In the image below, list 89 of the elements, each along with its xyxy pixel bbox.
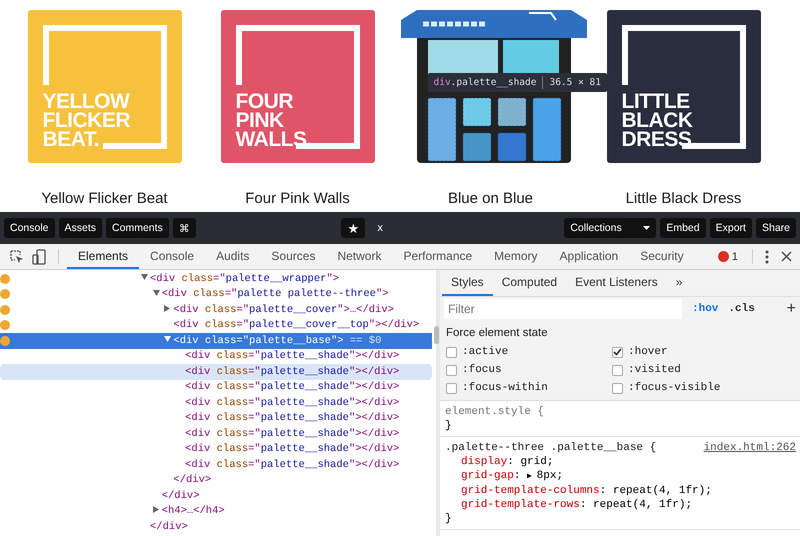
css-declaration: grid-gap: ▶ 8px; [460, 469, 564, 484]
toolbar-button[interactable]: Export [710, 218, 752, 238]
code-line: <div class="palette__wrapper"> [150, 272, 340, 285]
close-button[interactable]: x [377, 222, 383, 234]
collections-dropdown[interactable]: Collections [564, 218, 656, 238]
checkbox[interactable] [612, 382, 623, 394]
tree-row[interactable]: <div class="palette palette--three"> [0, 286, 432, 302]
error-count: 1 [718, 244, 744, 269]
code-line: <div class="palette__shade"></div> [185, 443, 400, 456]
code-line: </div> [150, 520, 188, 533]
code-line: <div class="palette__shade"></div> [185, 366, 400, 378]
checkbox[interactable] [446, 346, 457, 358]
code-line: <div class="palette palette--three"> [162, 288, 389, 300]
devtools-tab[interactable]: Performance [392, 244, 484, 269]
code-line: <div class="palette__shade"></div> [185, 396, 400, 409]
tree-row[interactable]: <div class="palette__cover__top"></div> [0, 318, 432, 333]
cls-button[interactable]: .cls [728, 303, 755, 315]
star-button[interactable]: ★ [341, 218, 366, 238]
checkbox-label: :focus-visible [628, 382, 720, 394]
devtools-tab[interactable]: Memory [483, 244, 549, 269]
element-tooltip: div.palette__shade 36.5 × 81 [428, 73, 607, 92]
css-declaration: grid-template-rows: repeat(4, 1fr); [460, 498, 694, 512]
tree-row[interactable]: <div class="palette__shade"></div> [0, 395, 432, 410]
css-declaration: display: grid; [460, 455, 554, 469]
hovered-row[interactable]: <div class="palette__shade"></div> [0, 364, 432, 380]
code-line: <div class="palette__shade"></div> [185, 458, 400, 471]
code-line: <div class="palette__shade"></div> [185, 381, 400, 394]
hov-toggle[interactable]: :hov [692, 303, 718, 315]
tree-row[interactable]: <div class="palette__shade"></div> [0, 457, 432, 472]
checkbox-label: :focus [462, 364, 502, 376]
filter-field[interactable]: Filter [444, 299, 682, 319]
checkbox-label: :visited [628, 364, 681, 376]
code-line: <div class="palette__base"> == $0 [173, 334, 382, 347]
scrollbar-thumb [434, 326, 439, 344]
source-link[interactable]: index.html:262 [704, 441, 796, 455]
devtools-tab[interactable]: Network [326, 244, 392, 269]
checkbox[interactable] [612, 364, 623, 376]
tree-row[interactable]: <div class="palette__wrapper"> [0, 271, 432, 286]
checkbox[interactable] [446, 364, 457, 376]
css-selector: .palette--three .palette__base { [445, 441, 656, 455]
devtools-tab[interactable]: Audits [205, 244, 260, 269]
more-tabs-button[interactable]: » [666, 270, 692, 296]
palette-title: Blue on Blue [448, 190, 534, 207]
code-line: <div class="palette__shade"></div> [185, 428, 400, 440]
checkbox-label: :active [462, 346, 508, 358]
devtools-tab[interactable]: Security [629, 244, 695, 269]
devtools-tab[interactable]: Elements [67, 244, 140, 269]
tree-row[interactable]: <div class="palette__shade"></div> [0, 410, 432, 426]
caret-icon [643, 226, 650, 230]
toolbar-button[interactable]: Embed [660, 218, 706, 238]
toolbar-button[interactable]: Console [4, 218, 55, 238]
toolbar-button[interactable]: ⌘ [172, 218, 196, 238]
code-line: <div class="palette__shade"></div> [185, 350, 400, 362]
code-line: <h4>…</h4> [162, 505, 225, 518]
checkbox[interactable] [612, 346, 623, 358]
css-selector: element.style { [445, 405, 544, 419]
devtools-tab[interactable]: Console [139, 244, 206, 269]
code-line: <div class="palette__cover">…</div> [173, 304, 394, 316]
code-line: </div> [162, 490, 200, 502]
code-line: </div> [173, 474, 212, 486]
styles-tab[interactable]: Computed [492, 270, 566, 296]
tree-row[interactable]: <div class="palette__cover">…</div> [0, 302, 432, 318]
toolbar-button[interactable]: Comments [106, 218, 169, 238]
section-title: Force element state [446, 327, 549, 339]
devtools-tab[interactable]: Sources [260, 244, 326, 269]
add-rule-button[interactable]: + [786, 300, 796, 318]
code-line: <div class="palette__cover__top"></div> [173, 319, 420, 332]
checkbox-label: :focus-within [462, 382, 548, 394]
selected-row[interactable]: <div class="palette__base"> == $0 [0, 333, 432, 348]
checkbox-label: :hover [628, 346, 668, 358]
collapsed-arrow-icon[interactable] [164, 304, 170, 315]
tree-row[interactable]: <div class="palette__shade"></div> [0, 442, 432, 457]
closing-brace: } [445, 512, 453, 526]
tree-row[interactable]: <div class="palette__shade"></div> [0, 380, 432, 395]
code-line: <div class="palette__shade"></div> [185, 412, 400, 424]
css-declaration: grid-template-columns: repeat(4, 1fr); [460, 484, 713, 498]
styles-tab[interactable]: Event Listeners [566, 270, 667, 296]
palette-title: Four Pink Walls [245, 190, 350, 207]
tree-row[interactable]: <h4>…</h4> [0, 504, 432, 519]
cover-title: YELLOW FLICKER BEAT. [42, 92, 130, 149]
palette-title: Yellow Flicker Beat [41, 190, 168, 207]
tree-row[interactable]: <div class="palette__shade"></div> [0, 348, 432, 364]
closing-brace: } [445, 419, 453, 433]
palette-title: Little Black Dress [626, 190, 742, 207]
devtools-tab[interactable]: Application [548, 244, 630, 269]
checkbox[interactable] [446, 382, 457, 394]
tree-row[interactable]: <div class="palette__shade"></div> [0, 426, 432, 442]
toolbar-button[interactable]: Share [756, 218, 796, 238]
toolbar-button[interactable]: Assets [58, 218, 102, 238]
